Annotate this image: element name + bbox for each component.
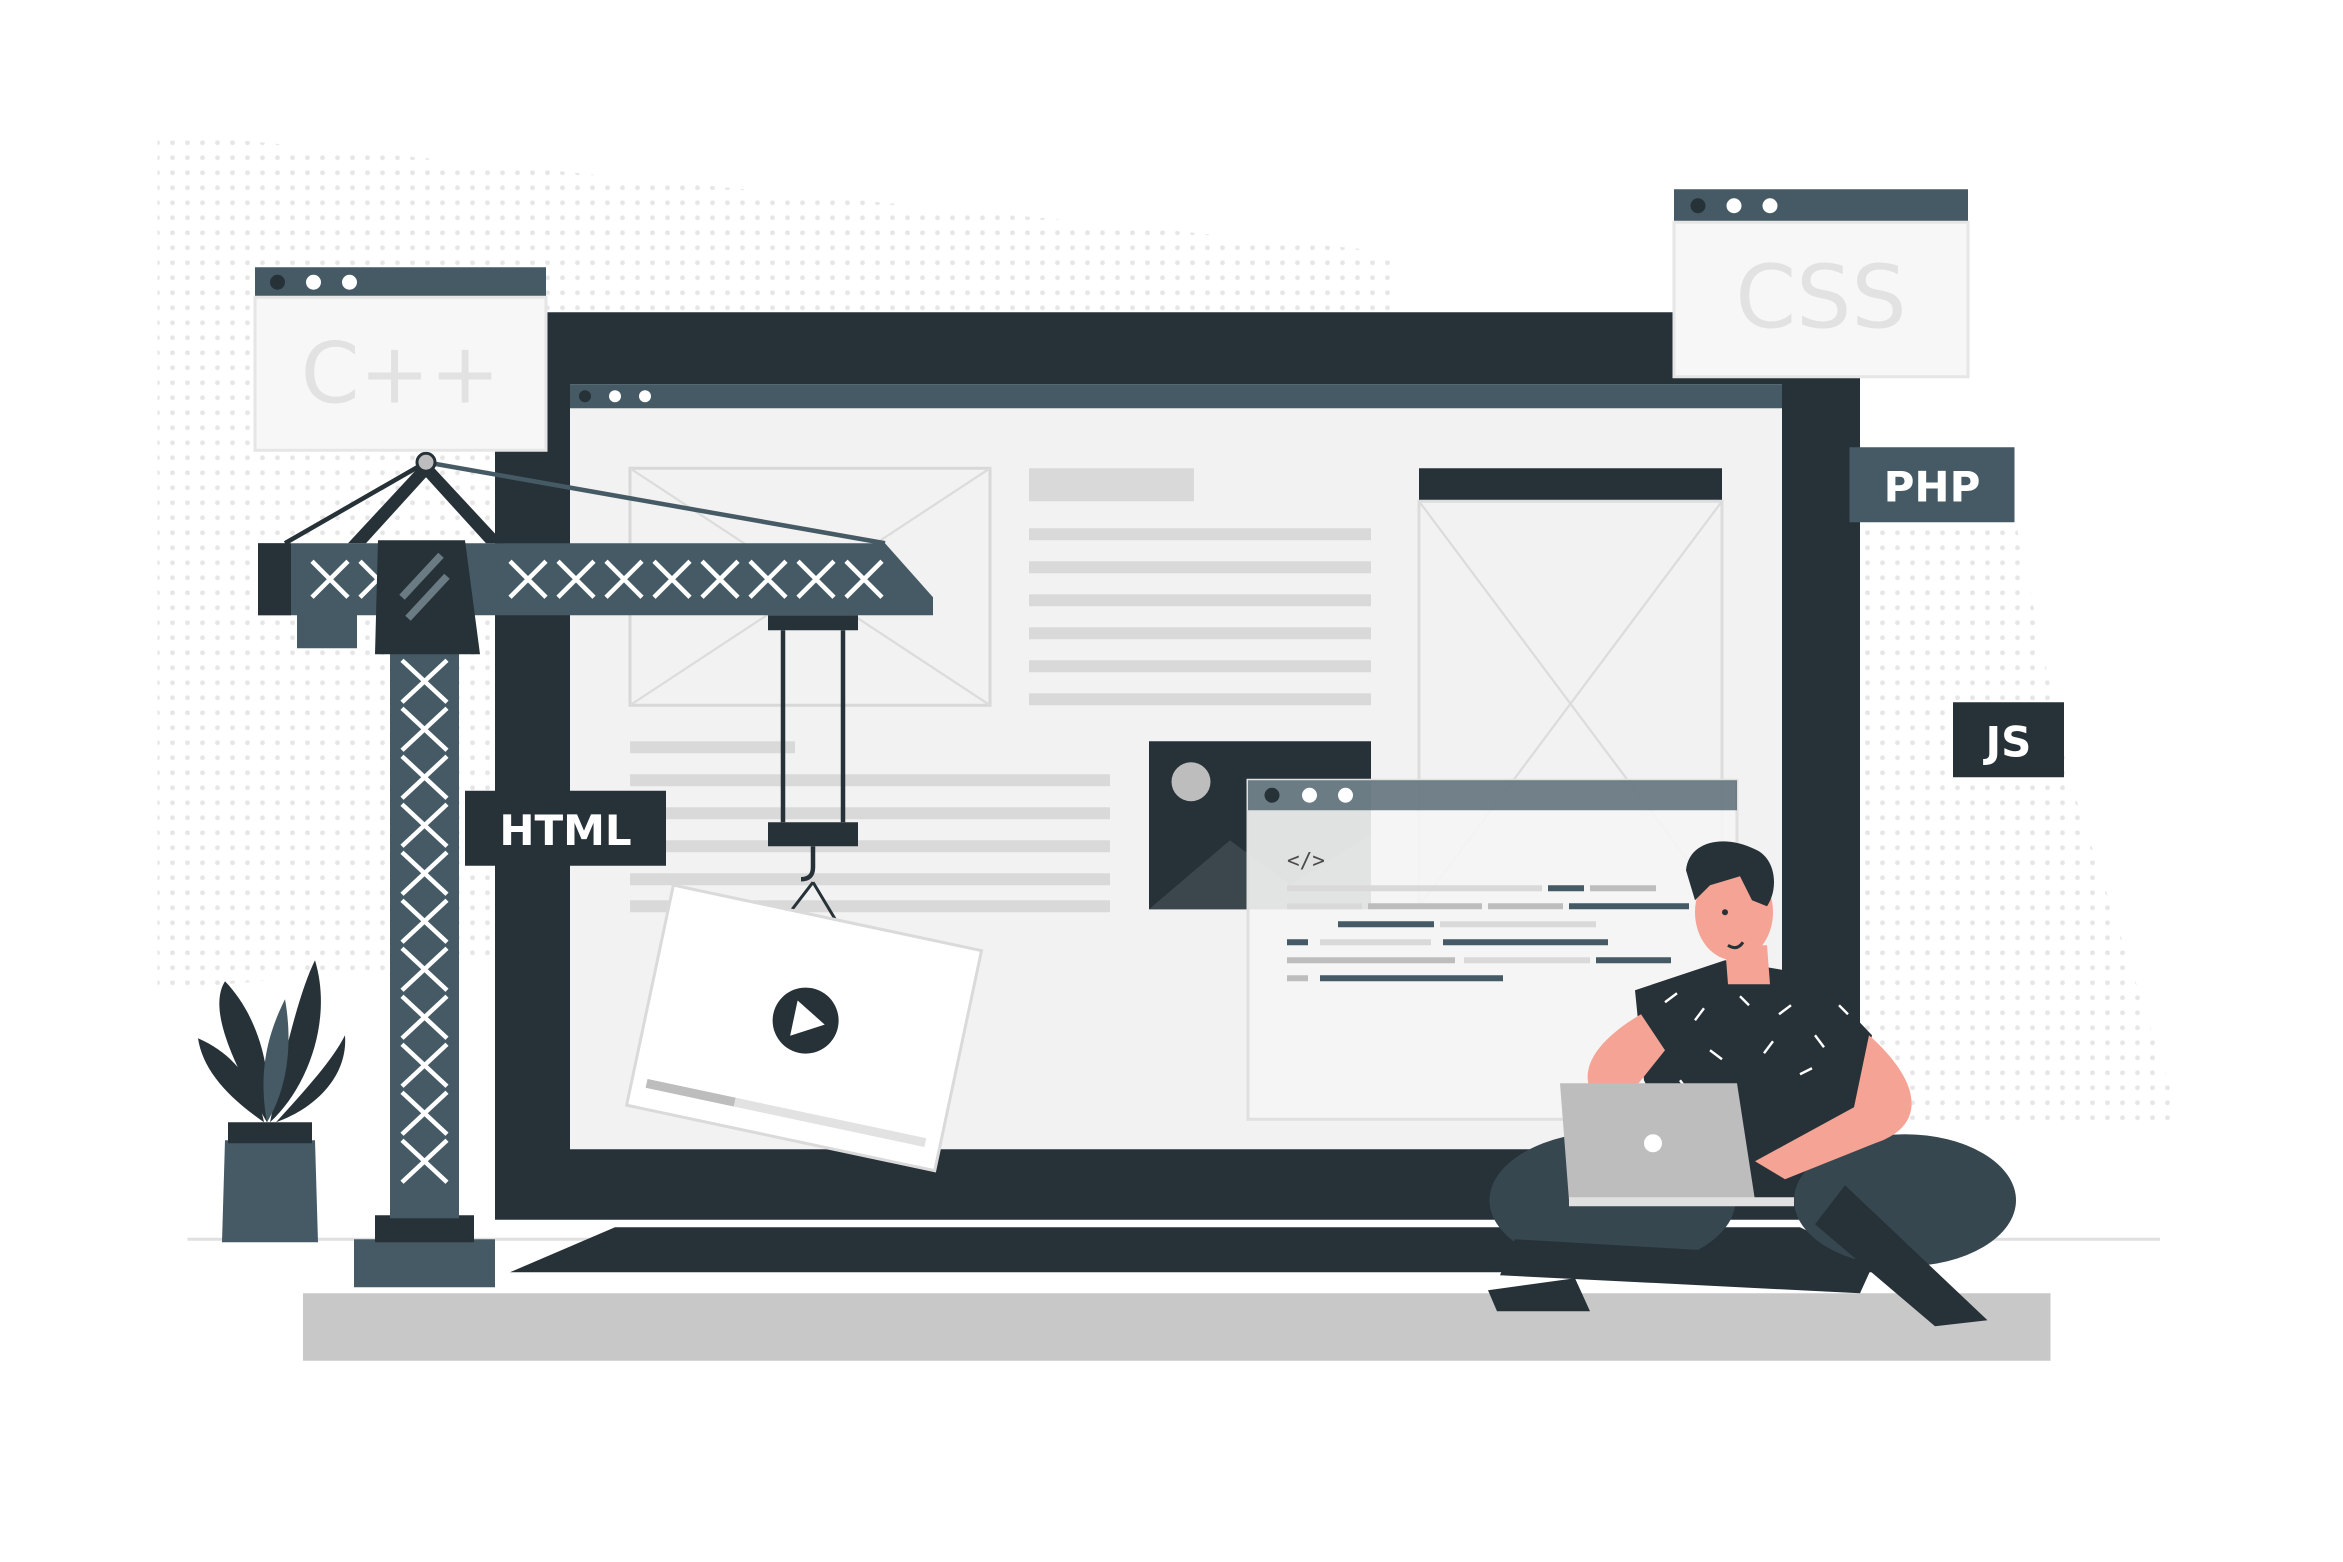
php-label: PHP: [1884, 462, 1981, 511]
cpp-window: C++: [253, 267, 548, 452]
js-label: JS: [1983, 717, 2032, 766]
illustration-canvas: </> C++ CSS PHP JS HTML: [157, 132, 2183, 1361]
potted-plant: [198, 960, 346, 1243]
code-tag-label: </>: [1287, 848, 1325, 872]
php-badge: PHP: [1849, 447, 2015, 523]
html-label: HTML: [499, 806, 631, 855]
css-label: CSS: [1735, 246, 1906, 348]
image-placeholder-icon: [1171, 762, 1211, 802]
html-badge: HTML: [465, 790, 666, 866]
css-window: CSS: [1672, 189, 1970, 379]
js-badge: JS: [1953, 702, 2064, 778]
cpp-label: C++: [301, 324, 500, 422]
